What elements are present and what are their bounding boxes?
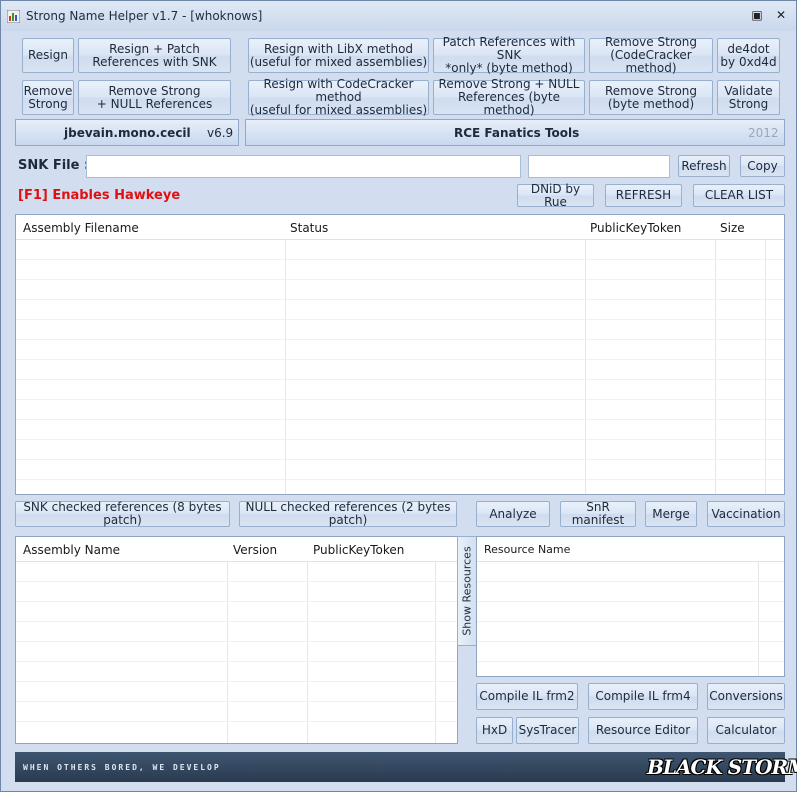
calculator-button[interactable]: Calculator [707, 717, 785, 744]
refresh-button[interactable]: REFRESH [605, 184, 682, 207]
compile-il-frm4-button[interactable]: Compile IL frm4 [588, 683, 698, 710]
column-header[interactable]: Status [290, 221, 328, 235]
remove-strong-null-byte-button[interactable]: Remove Strong + NULL References (byte me… [433, 78, 585, 117]
snk-checked-references-button[interactable]: SNK checked references (8 bytes patch) [15, 501, 230, 527]
column-header[interactable]: PublicKeyToken [590, 221, 681, 235]
window-title: Strong Name Helper v1.7 - [whoknows] [26, 9, 263, 23]
remove-strong-codecracker-button[interactable]: Remove Strong (CodeCracker method) [589, 36, 713, 75]
library-info-bar: jbevain.mono.cecil v6.9 [15, 119, 239, 146]
references-col-token [308, 537, 436, 743]
show-resources-tab[interactable]: Show Resources [457, 536, 477, 646]
resources-table-header: Resource Name [477, 537, 784, 562]
vaccination-button[interactable]: Vaccination [707, 501, 785, 527]
snr-manifest-button[interactable]: SnR manifest [560, 501, 636, 527]
resources-table[interactable]: Resource Name [476, 536, 785, 677]
footer-banner: WHEN OTHERS BORED, WE DEVELOP BLACK STOR… [15, 752, 797, 782]
assemblies-col-token [586, 215, 716, 494]
team-info-bar: RCE Fanatics Tools 2012 [245, 119, 785, 146]
remove-strong-button[interactable]: Remove Strong [22, 80, 74, 115]
library-version: v6.9 [207, 126, 234, 140]
references-col-name [16, 537, 228, 743]
column-header[interactable]: PublicKeyToken [313, 543, 404, 557]
de4dot-button[interactable]: de4dot by 0xd4d [717, 38, 780, 73]
column-header[interactable]: Assembly Name [23, 543, 120, 557]
footer-slogan: WHEN OTHERS BORED, WE DEVELOP [23, 763, 221, 772]
snk-extra-input[interactable] [528, 155, 670, 178]
column-header[interactable]: Size [720, 221, 745, 235]
assemblies-col-size [716, 215, 766, 494]
compile-il-frm2-button[interactable]: Compile IL frm2 [476, 683, 578, 710]
library-name: jbevain.mono.cecil [64, 126, 191, 140]
snk-file-input[interactable] [86, 155, 521, 178]
systracer-button[interactable]: SysTracer [516, 717, 579, 744]
resource-editor-button[interactable]: Resource Editor [588, 717, 698, 744]
blackstorm-logo: BLACK STORM [647, 755, 797, 779]
merge-button[interactable]: Merge [645, 501, 697, 527]
validate-strong-button[interactable]: Validate Strong [717, 80, 780, 115]
team-year: 2012 [748, 126, 779, 140]
references-col-version [228, 537, 308, 743]
restore-icon[interactable]: ▣ [748, 7, 766, 23]
assemblies-table[interactable]: Assembly Filename Status PublicKeyToken … [15, 214, 785, 495]
remove-strong-null-button[interactable]: Remove Strong + NULL References [78, 80, 231, 115]
snk-file-label: SNK File : [18, 158, 90, 173]
conversions-button[interactable]: Conversions [707, 683, 785, 710]
team-name: RCE Fanatics Tools [454, 126, 580, 140]
title-bar: Strong Name Helper v1.7 - [whoknows] ▣ ✕ [1, 1, 796, 31]
resign-codecracker-button[interactable]: Resign with CodeCracker method (useful f… [248, 78, 429, 117]
resign-patch-button[interactable]: Resign + Patch References with SNK [78, 38, 231, 73]
hxd-button[interactable]: HxD [476, 717, 513, 744]
clear-list-button[interactable]: CLEAR LIST [693, 184, 785, 207]
assemblies-col-status [286, 215, 586, 494]
resign-button[interactable]: Resign [22, 38, 74, 73]
show-resources-label: Show Resources [460, 546, 474, 636]
remove-strong-byte-button[interactable]: Remove Strong (byte method) [589, 80, 713, 115]
analyze-button[interactable]: Analyze [476, 501, 550, 527]
close-icon[interactable]: ✕ [772, 7, 790, 23]
column-header[interactable]: Resource Name [484, 543, 570, 556]
app-icon [7, 10, 20, 23]
column-header[interactable]: Assembly Filename [23, 221, 139, 235]
column-header[interactable]: Version [233, 543, 277, 557]
resign-libx-button[interactable]: Resign with LibX method (useful for mixe… [248, 38, 429, 73]
patch-references-snk-button[interactable]: Patch References with SNK *only* (byte m… [433, 36, 585, 75]
references-table[interactable]: Assembly Name Version PublicKeyToken [15, 536, 458, 744]
null-checked-references-button[interactable]: NULL checked references (2 bytes patch) [239, 501, 457, 527]
assemblies-table-header: Assembly Filename Status PublicKeyToken … [16, 215, 784, 240]
snk-refresh-button[interactable]: Refresh [678, 155, 730, 177]
hawkeye-hint: [F1] Enables Hawkeye [18, 188, 181, 203]
snk-copy-button[interactable]: Copy [740, 155, 785, 177]
main-window: Strong Name Helper v1.7 - [whoknows] ▣ ✕… [0, 0, 797, 792]
assemblies-col-filename [16, 215, 286, 494]
dnid-button[interactable]: DNiD by Rue [517, 182, 594, 208]
references-table-header: Assembly Name Version PublicKeyToken [16, 537, 457, 562]
